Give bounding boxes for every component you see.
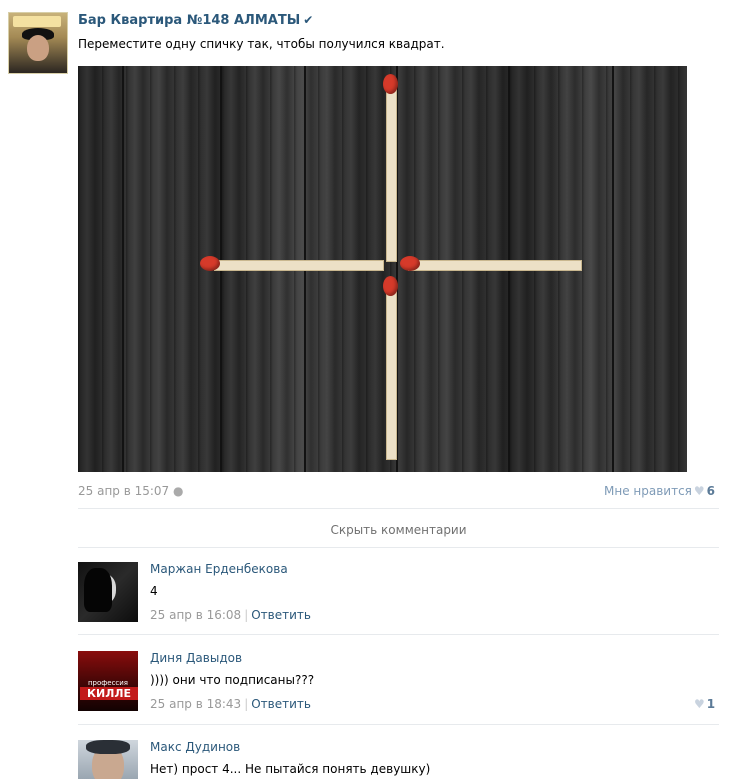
divider xyxy=(78,634,719,635)
match-head-right xyxy=(400,256,420,271)
match-head-bottom xyxy=(383,276,398,296)
comment-text: Нет) прост 4... Не пытайся понять девушк… xyxy=(150,762,431,776)
avatar-cap xyxy=(86,740,130,754)
group-name-link[interactable]: Бар Квартира №148 АЛМАТЫ ✔ xyxy=(78,13,313,28)
heart-icon[interactable]: ♥ xyxy=(694,484,705,498)
match-top xyxy=(386,88,397,262)
match-head-top xyxy=(383,74,398,94)
avatar-title: КИЛЛЕ xyxy=(80,687,138,700)
divider xyxy=(78,547,719,548)
apple-icon: ● xyxy=(173,484,184,498)
heart-icon[interactable]: ♥ xyxy=(694,697,705,711)
like-label[interactable]: Мне нравится xyxy=(604,484,692,498)
avatar-badge xyxy=(13,16,61,27)
comment-avatar[interactable] xyxy=(78,740,138,779)
post-meta: 25 апр в 15:07 ● xyxy=(78,484,184,498)
comment-time[interactable]: 25 апр в 18:43 xyxy=(150,697,241,711)
comment-text: )))) они что подписаны??? xyxy=(150,673,315,687)
avatar-caption: профессия xyxy=(87,679,129,687)
match-left xyxy=(214,260,384,271)
comment-like[interactable]: ♥ 1 xyxy=(692,697,715,711)
comment-author[interactable]: Макс Дудинов xyxy=(150,740,240,754)
comment-like-count: 1 xyxy=(706,697,716,711)
reply-button[interactable]: Ответить xyxy=(251,697,311,711)
comment-avatar[interactable]: профессия КИЛЛЕ xyxy=(78,651,138,711)
verified-checkmark-icon: ✔ xyxy=(303,13,314,27)
comment-text: 4 xyxy=(150,584,158,598)
comment-avatar[interactable] xyxy=(78,562,138,622)
group-name[interactable]: Бар Квартира №148 АЛМАТЫ xyxy=(78,13,300,28)
plank-gap xyxy=(612,66,614,472)
post-like-area[interactable]: Мне нравится ♥ 6 xyxy=(604,484,715,498)
plank-gap xyxy=(122,66,124,472)
reply-button[interactable]: Ответить xyxy=(251,608,311,622)
comment-meta: 25 апр в 16:08 | Ответить xyxy=(150,608,311,622)
match-right xyxy=(408,260,582,271)
match-head-left xyxy=(200,256,220,271)
comment-author[interactable]: Диня Давыдов xyxy=(150,651,242,665)
post-photo[interactable] xyxy=(78,66,687,472)
post-text: Переместите одну спичку так, чтобы получ… xyxy=(78,37,445,51)
comment-meta: 25 апр в 18:43 | Ответить xyxy=(150,697,311,711)
post-timestamp[interactable]: 25 апр в 15:07 xyxy=(78,484,169,498)
divider xyxy=(78,508,719,509)
avatar-hair xyxy=(84,568,112,612)
like-count: 6 xyxy=(706,484,716,498)
match-bottom xyxy=(386,288,397,460)
avatar-face xyxy=(27,35,49,61)
hide-comments-link[interactable]: Скрыть комментарии xyxy=(0,523,733,537)
group-avatar[interactable] xyxy=(8,12,68,74)
comment-author[interactable]: Маржан Ерденбекова xyxy=(150,562,288,576)
comment-time[interactable]: 25 апр в 16:08 xyxy=(150,608,241,622)
divider xyxy=(78,724,719,725)
